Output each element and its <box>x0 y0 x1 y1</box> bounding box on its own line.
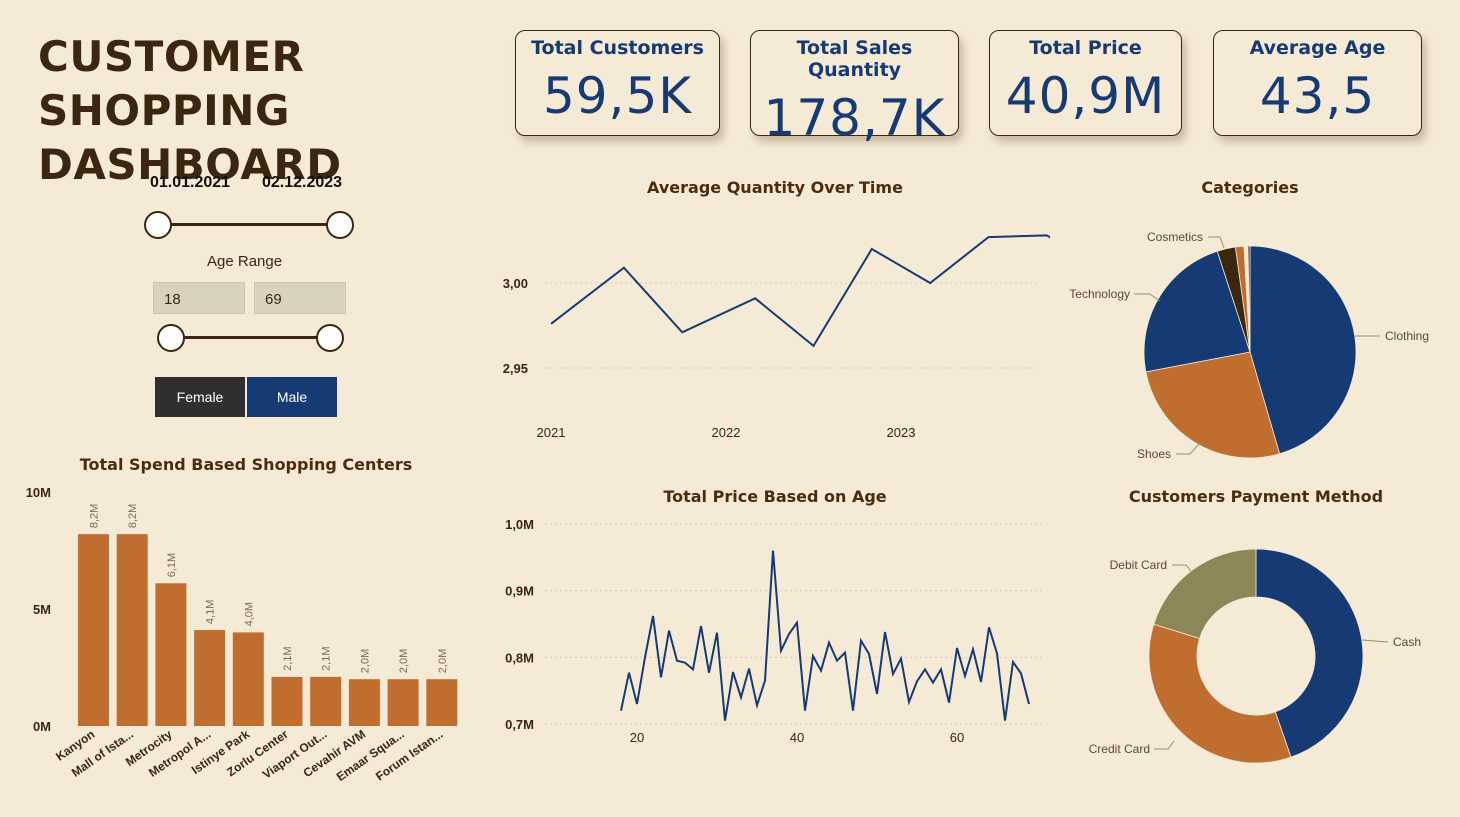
bar-8 <box>387 679 419 726</box>
shopping-centers-bar-chart[interactable]: 10M5M0M8,2MKanyon8,2MMall of Ista...6,1M… <box>0 470 480 810</box>
y-tick-label: 0,7M <box>505 717 534 732</box>
date-start-value[interactable]: 01.01.2021 <box>150 174 230 192</box>
bar-data-label: 2,0M <box>398 649 410 673</box>
slice-label: Cash <box>1393 635 1421 649</box>
kpi-value: 43,5 <box>1259 67 1376 125</box>
kpi-average-age[interactable]: Average Age 43,5 <box>1213 30 1422 136</box>
date-slider-track[interactable] <box>158 223 340 226</box>
payment-donut-chart[interactable]: Cash Credit Card Debit Card <box>1050 530 1460 790</box>
x-tick-label: 2021 <box>537 425 566 440</box>
bar-data-label: 2,1M <box>321 646 333 670</box>
y-tick-label: 1,0M <box>505 517 534 532</box>
age-range-label: Age Range <box>207 253 283 270</box>
age-slider-max-handle[interactable] <box>316 324 344 352</box>
y-tick-label: 0M <box>33 719 51 734</box>
slice-credit-card <box>1148 623 1292 764</box>
category-label: Forum Istan... <box>373 727 445 784</box>
x-tick-label: 40 <box>790 730 804 745</box>
dashboard-title: CUSTOMER SHOPPING DASHBOARD <box>38 30 508 192</box>
bar-data-label: 4,0M <box>243 602 255 626</box>
slice-debit-card <box>1153 548 1257 639</box>
kpi-value: 40,9M <box>1005 67 1166 125</box>
price-by-age-line-chart[interactable]: 1,0M 0,9M 0,8M 0,7M 20 40 60 <box>490 505 1050 755</box>
x-tick-label: 60 <box>950 730 964 745</box>
price-by-age-series-line <box>620 550 1030 721</box>
categories-chart-title: Categories <box>1201 178 1299 197</box>
payment-chart-title: Customers Payment Method <box>1128 487 1384 506</box>
bar-9 <box>426 679 458 726</box>
y-tick-label: 0,8M <box>505 650 534 665</box>
kpi-label: Average Age <box>1249 37 1386 59</box>
categories-pie-chart[interactable]: Clothing Shoes Technology Cosmetics <box>1050 215 1460 475</box>
y-tick-label: 0,9M <box>505 584 534 599</box>
bar-data-label: 8,2M <box>89 504 101 528</box>
slice-label: Clothing <box>1385 329 1429 343</box>
bar-4 <box>232 632 264 726</box>
price-by-age-chart-title: Total Price Based on Age <box>663 487 887 506</box>
bar-6 <box>310 676 342 726</box>
leader-line <box>1361 639 1389 643</box>
y-tick-label: 5M <box>33 602 51 617</box>
bar-3 <box>194 630 226 726</box>
kpi-label: Total Price <box>1029 37 1142 59</box>
kpi-label: Total Sales Quantity <box>796 37 913 81</box>
bar-data-label: 2,0M <box>437 649 449 673</box>
kpi-label: Total Customers <box>531 37 704 59</box>
bar-1 <box>116 534 148 726</box>
age-max-input[interactable]: 69 <box>254 282 346 314</box>
slice-label: Debit Card <box>1110 558 1167 572</box>
bar-5 <box>271 676 303 726</box>
x-tick-label: 2022 <box>712 425 741 440</box>
bar-2 <box>155 583 187 726</box>
y-tick-label: 3,00 <box>503 276 528 291</box>
bar-0 <box>78 534 109 726</box>
age-slider-track[interactable] <box>170 336 330 339</box>
x-tick-label: 2023 <box>887 425 916 440</box>
bar-7 <box>348 679 380 726</box>
leader-line <box>1134 293 1161 302</box>
kpi-value: 59,5K <box>542 67 693 125</box>
gender-male-button[interactable]: Male <box>247 377 337 417</box>
slice-label: Cosmetics <box>1147 230 1203 244</box>
kpi-total-price[interactable]: Total Price 40,9M <box>989 30 1182 136</box>
age-slider-min-handle[interactable] <box>157 324 185 352</box>
y-tick-label: 10M <box>26 485 51 500</box>
leader-line <box>1208 236 1225 249</box>
kpi-value: 178,7K <box>763 89 946 147</box>
kpi-total-sales-quantity[interactable]: Total Sales Quantity 178,7K <box>750 30 959 147</box>
gender-female-button[interactable]: Female <box>155 377 245 417</box>
bar-data-label: 2,1M <box>282 646 294 670</box>
bar-data-label: 4,1M <box>205 600 217 624</box>
avg-quantity-series-line <box>550 234 1050 348</box>
slice-label: Shoes <box>1137 447 1171 461</box>
slice-label: Technology <box>1069 287 1130 301</box>
bar-data-label: 8,2M <box>127 504 139 528</box>
title-line-1: CUSTOMER SHOPPING <box>38 32 305 135</box>
slice-label: Credit Card <box>1089 742 1150 756</box>
bar-data-label: 2,0M <box>359 649 371 673</box>
leader-line <box>1154 740 1175 750</box>
date-slider-start-handle[interactable] <box>144 211 172 239</box>
avg-quantity-line-chart[interactable]: 3,00 2,95 2021 2022 2023 <box>490 200 1050 450</box>
x-tick-label: 20 <box>630 730 644 745</box>
y-tick-label: 2,95 <box>503 361 528 376</box>
avg-quantity-chart-title: Average Quantity Over Time <box>647 178 903 197</box>
kpi-total-customers[interactable]: Total Customers 59,5K <box>515 30 720 136</box>
leader-line <box>1176 442 1201 455</box>
date-end-value[interactable]: 02.12.2023 <box>262 174 342 192</box>
date-slider-end-handle[interactable] <box>326 211 354 239</box>
bar-data-label: 6,1M <box>166 553 178 577</box>
age-min-input[interactable]: 18 <box>153 282 245 314</box>
